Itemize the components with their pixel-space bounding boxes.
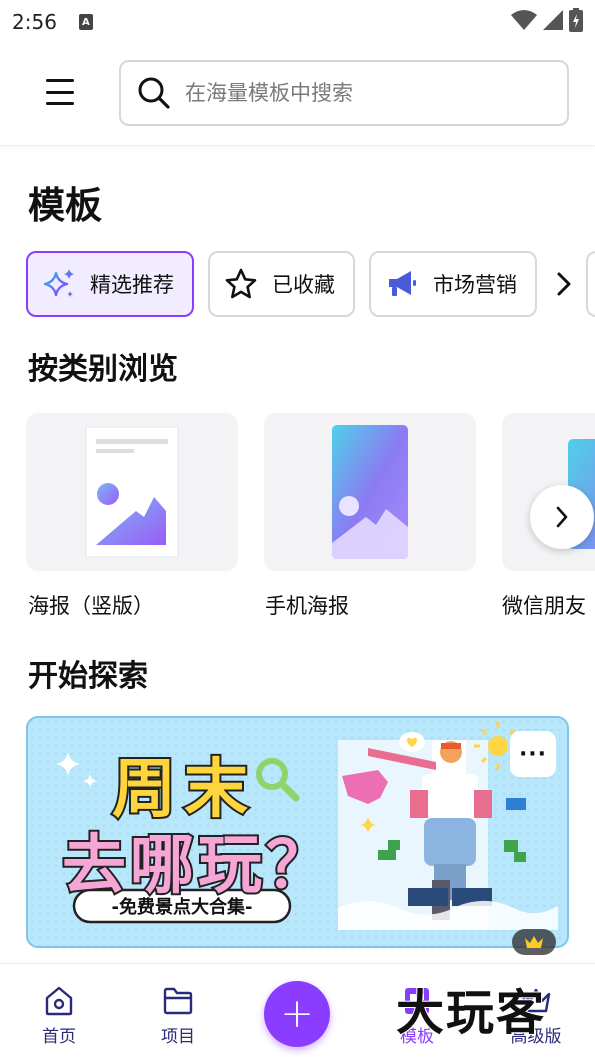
home-icon [45, 986, 73, 1016]
top-header [0, 44, 595, 146]
category-label: 微信朋友 [502, 594, 586, 618]
menu-line-icon [46, 79, 74, 82]
poster-icon [85, 426, 179, 558]
chip-featured[interactable]: 精选推荐 [26, 251, 194, 317]
chip-label: 市场营销 [433, 273, 517, 297]
menu-button[interactable] [40, 76, 80, 108]
nav-label: 首页 [42, 1027, 76, 1047]
notification-a-icon: A [78, 14, 93, 30]
explore-banner-card[interactable]: 周末 去哪玩？ -免费景点大合集- [26, 716, 569, 948]
create-button[interactable]: + [264, 981, 330, 1047]
status-indicators [511, 8, 583, 32]
nav-label: 项目 [161, 1027, 195, 1047]
search-icon [138, 77, 170, 109]
chip-marketing[interactable]: 市场营销 [369, 251, 537, 317]
category-next-button[interactable] [530, 485, 594, 549]
filter-chips: 精选推荐 已收藏 市场营销 [26, 251, 537, 317]
page-title: 模板 [28, 184, 102, 227]
nav-item-home[interactable]: 首页 [19, 986, 99, 1047]
banner-more-button[interactable]: ··· [510, 731, 556, 777]
chip-label: 已收藏 [272, 273, 335, 297]
menu-line-icon [46, 102, 74, 105]
watermark-text: 大玩客 [395, 984, 547, 1042]
nav-item-projects[interactable]: 项目 [138, 986, 218, 1047]
megaphone-icon [385, 267, 419, 301]
category-label: 手机海报 [265, 594, 349, 618]
chip-favorites[interactable]: 已收藏 [208, 251, 355, 317]
search-input[interactable] [185, 81, 545, 105]
chevron-right-icon [556, 506, 568, 528]
category-card-phone-poster[interactable] [264, 413, 476, 571]
explore-section-title: 开始探索 [28, 659, 148, 694]
battery-icon [569, 8, 583, 32]
status-bar: 2:56 A [0, 0, 595, 44]
plus-icon: + [280, 991, 314, 1037]
chip-label: 精选推荐 [90, 273, 174, 297]
sparkle-icon [42, 267, 76, 301]
category-label: 海报（竖版） [28, 594, 154, 618]
chevron-right-icon [557, 272, 571, 296]
signal-icon [543, 10, 563, 30]
banner-subtitle: -免费景点大合集- [111, 897, 253, 918]
menu-line-icon [46, 90, 74, 94]
star-icon [224, 267, 258, 301]
folder-icon [163, 987, 193, 1015]
category-card-poster[interactable] [26, 413, 238, 571]
crown-icon [525, 936, 543, 948]
chip-partial[interactable] [586, 251, 595, 317]
search-box[interactable] [119, 60, 569, 126]
browse-section-title: 按类别浏览 [28, 352, 178, 387]
status-time: 2:56 [12, 10, 57, 34]
chips-next-button[interactable] [550, 266, 578, 302]
premium-badge [512, 929, 556, 955]
phone-poster-icon [332, 425, 408, 559]
wifi-icon [511, 10, 537, 30]
